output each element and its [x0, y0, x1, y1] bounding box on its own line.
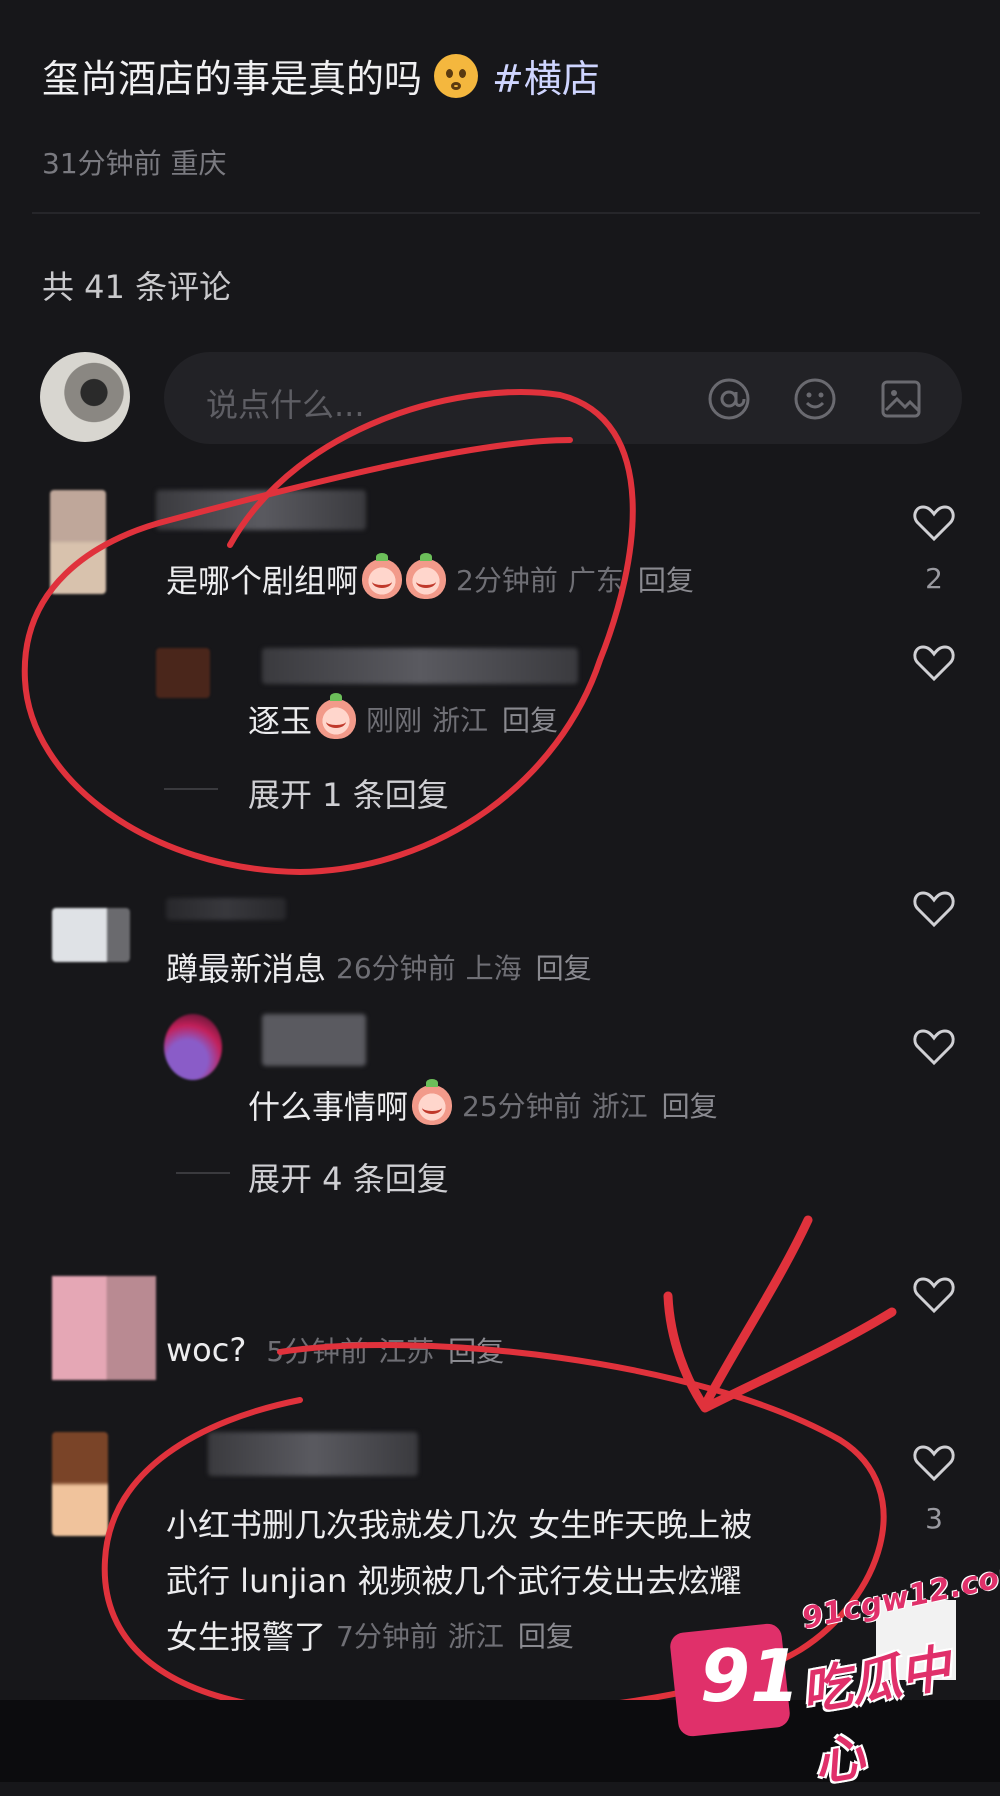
peach-sticker-icon [412, 1079, 453, 1125]
avatar[interactable] [40, 352, 130, 442]
comment-location: 浙江 [432, 704, 489, 737]
divider [164, 788, 218, 790]
comment-text: 什么事情啊 [248, 1088, 409, 1126]
heart-icon[interactable] [910, 638, 958, 686]
comment-row: woc? 5分钟前 江苏 回复 [166, 1330, 504, 1370]
avatar[interactable] [50, 490, 106, 594]
reply-button[interactable]: 回复 [518, 1615, 574, 1655]
heart-icon[interactable] [910, 1022, 958, 1070]
comment-row: 蹲最新消息 26分钟前 上海 回复 [166, 944, 592, 990]
comment-time: 25分钟前 [462, 1090, 582, 1123]
comment-time: 刚刚 [366, 704, 423, 737]
comment-location: 浙江 [591, 1090, 648, 1123]
post-title: 玺尚酒店的事是真的吗 #横店 [42, 48, 600, 103]
username-blurred[interactable] [166, 898, 286, 920]
peach-sticker-icon [316, 693, 357, 739]
comment-location: 上海 [465, 952, 522, 985]
comment-count: 共 41 条评论 [42, 268, 232, 306]
comment-location: 江苏 [378, 1335, 435, 1368]
peach-sticker-icon [406, 553, 447, 599]
post-title-text: 玺尚酒店的事是真的吗 [42, 57, 423, 101]
comment-text: woc? [166, 1331, 247, 1369]
expand-replies-button[interactable]: 展开 4 条回复 [248, 1154, 449, 1200]
comment-row: 是哪个剧组啊 2分钟前 广东 回复 [166, 553, 694, 602]
reply-button[interactable]: 回复 [502, 699, 558, 739]
expand-replies-button[interactable]: 展开 1 条回复 [248, 770, 449, 816]
heart-icon[interactable] [910, 498, 958, 546]
hashtag-link[interactable]: #横店 [492, 48, 600, 103]
username-blurred[interactable] [208, 1432, 418, 1476]
comment-location: 广东 [567, 564, 624, 597]
comment-text: 逐玉 [248, 702, 313, 740]
username-blurred[interactable] [262, 648, 578, 684]
like-count: 3 [925, 1502, 943, 1535]
comment-row: 女生报警了 7分钟前 浙江 回复 [166, 1612, 574, 1658]
like-count: 2 [925, 562, 943, 595]
reply-button[interactable]: 回复 [638, 559, 694, 599]
avatar[interactable] [164, 1014, 222, 1080]
comment-time: 2分钟前 [456, 564, 558, 597]
heart-icon[interactable] [910, 1438, 958, 1486]
comment-location: 浙江 [447, 1620, 504, 1653]
reply-button[interactable]: 回复 [662, 1085, 718, 1125]
comment-text: 女生报警了 [166, 1618, 327, 1656]
emoji-icon[interactable] [790, 374, 840, 424]
avatar[interactable] [52, 908, 130, 962]
avatar[interactable] [52, 1276, 156, 1380]
comment-time: 5分钟前 [266, 1335, 369, 1368]
username-blurred[interactable] [262, 1014, 366, 1066]
comment-row: 什么事情啊 25分钟前 浙江 回复 [248, 1079, 718, 1128]
watermark-text: 吃瓜中心 [796, 1638, 955, 1793]
watermark-number: 91 [700, 1634, 801, 1718]
comment-text: 蹲最新消息 [166, 950, 327, 988]
comment-row: 逐玉 刚刚 浙江 回复 [248, 693, 558, 742]
comment-text: 是哪个剧组啊 [166, 562, 359, 600]
comment-text: 武行 lunjian 视频被几个武行发出去炫耀 [166, 1562, 742, 1600]
comment-time: 26分钟前 [336, 952, 456, 985]
username-blurred[interactable] [156, 490, 366, 530]
at-icon[interactable] [704, 374, 754, 424]
avatar[interactable] [52, 1432, 108, 1536]
heart-icon[interactable] [910, 1270, 958, 1318]
avatar[interactable] [156, 648, 210, 698]
annotation-arrow [663, 1215, 897, 1413]
comment-time: 7分钟前 [336, 1620, 438, 1653]
divider [176, 1172, 230, 1174]
post-meta: 31分钟前 重庆 [42, 147, 227, 180]
reply-button[interactable]: 回复 [448, 1330, 504, 1370]
heart-icon[interactable] [910, 884, 958, 932]
image-icon[interactable] [876, 374, 926, 424]
comment-text: 小红书删几次我就发几次 女生昨天晚上被 [166, 1506, 753, 1544]
divider [32, 212, 980, 214]
reply-button[interactable]: 回复 [536, 947, 592, 987]
peach-sticker-icon [362, 553, 403, 599]
comment-input-placeholder: 说点什么... [206, 386, 365, 424]
worried-face-icon [434, 53, 479, 98]
